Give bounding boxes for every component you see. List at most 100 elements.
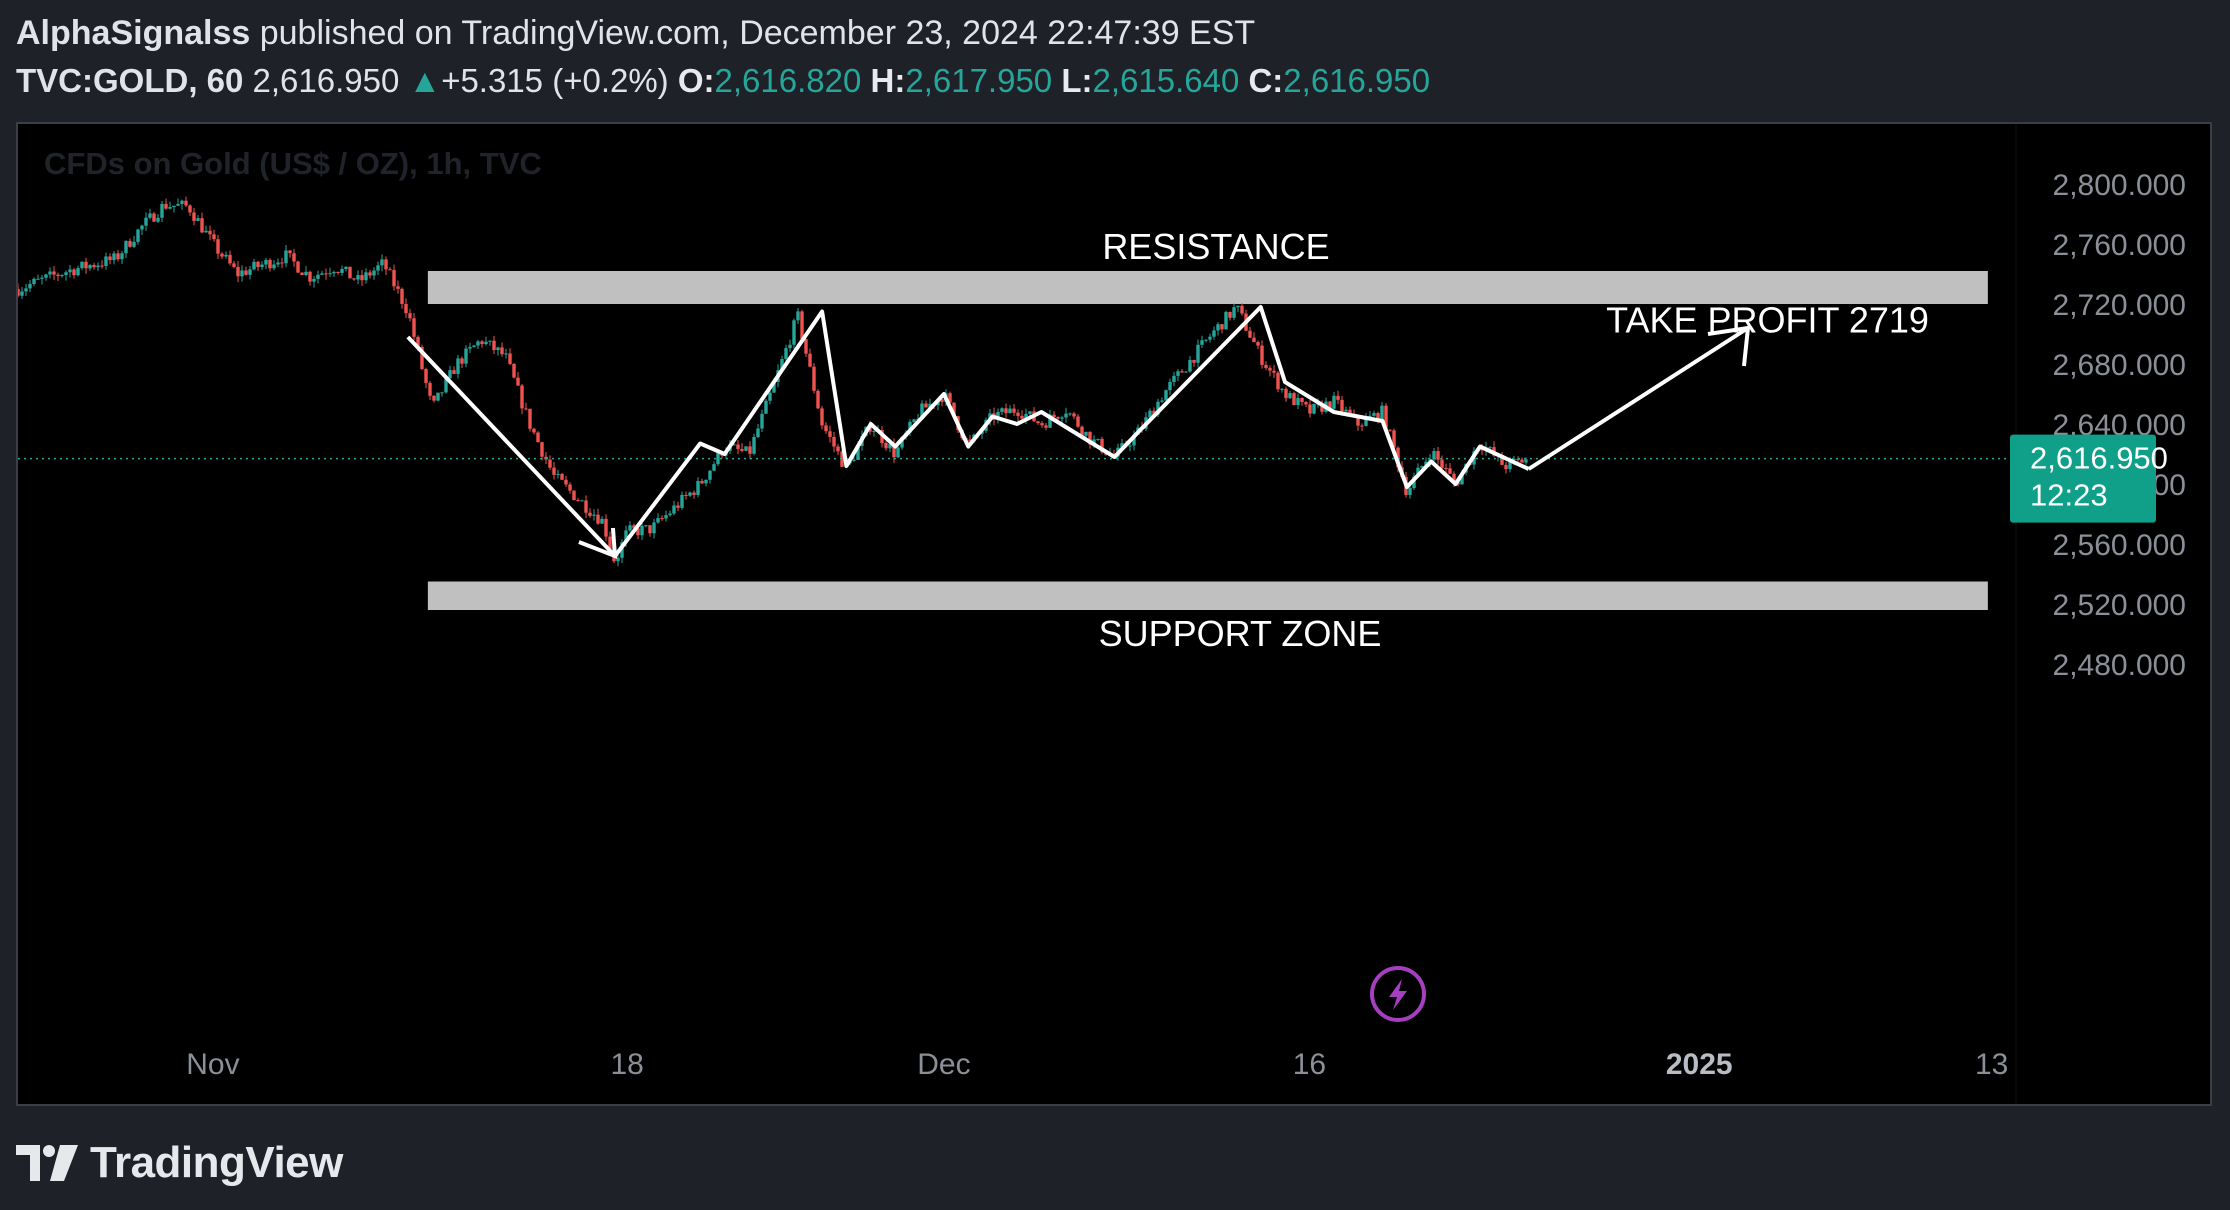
candle-body [800, 311, 804, 340]
candle-body [392, 269, 396, 287]
close-value: 2,616.950 [1283, 62, 1431, 99]
candle-body [340, 268, 344, 273]
candle-body [1180, 371, 1184, 373]
candle-body [912, 419, 916, 422]
candle-body [884, 442, 888, 449]
candle-body [240, 270, 244, 277]
candle-body [1308, 404, 1312, 414]
candle-body [56, 274, 60, 276]
candle-body [344, 266, 348, 269]
candle-body [764, 400, 768, 414]
x-tick-label: Dec [917, 1048, 970, 1081]
candle-body [1372, 413, 1376, 416]
candle-body [452, 370, 456, 374]
candle-body [756, 428, 760, 438]
candle-body [292, 253, 296, 262]
candle-body [304, 271, 308, 276]
candle-body [108, 256, 112, 261]
close-label: C: [1248, 62, 1284, 99]
candle-body [824, 425, 828, 432]
chart-panel[interactable]: CFDs on Gold (US$ / OZ), 1h, TVC RESISTA… [16, 122, 2212, 1106]
candle-body [536, 432, 540, 443]
candle-body [232, 263, 236, 267]
candle-body [1008, 408, 1012, 414]
candle-body [652, 522, 656, 534]
candle-body [484, 341, 488, 345]
candle-body [628, 525, 632, 531]
candle-body [1256, 342, 1260, 346]
current-price-value: 2,616.950 [2030, 441, 2168, 476]
candle-body [264, 259, 268, 265]
candle-body [60, 275, 64, 277]
candle-body [1444, 468, 1448, 470]
author-name[interactable]: AlphaSignalss [16, 14, 250, 52]
candle-body [244, 270, 248, 275]
candle-body [520, 385, 524, 409]
candle-body [248, 269, 252, 275]
candle-body [120, 253, 124, 260]
price-chart[interactable]: CFDs on Gold (US$ / OZ), 1h, TVC RESISTA… [18, 124, 2210, 1104]
candle-body [784, 348, 788, 360]
candle-body [20, 291, 24, 296]
candle-body [1012, 408, 1016, 413]
candle-body [184, 200, 188, 206]
candle-body [588, 512, 592, 516]
candle-body [644, 525, 648, 527]
candle-body [528, 408, 532, 429]
candle-body [176, 204, 180, 206]
candle-body [64, 272, 68, 276]
candle-body [68, 269, 72, 273]
candle-body [1204, 339, 1208, 341]
candle-body [852, 459, 856, 461]
candle-body [312, 278, 316, 282]
candle-body [836, 446, 840, 452]
candle-body [1268, 368, 1272, 371]
candle-body [668, 513, 672, 516]
tradingview-logo[interactable]: TradingView [16, 1138, 343, 1188]
candle-body [1388, 429, 1392, 431]
candle-body [140, 225, 144, 230]
symbol-info-bar: TVC:GOLD, 60 2,616.950 ▲+5.315 (+0.2%) O… [16, 62, 1430, 100]
candle-body [236, 266, 240, 277]
y-tick-label: 2,800.000 [2053, 169, 2186, 202]
candle-body [1488, 447, 1492, 449]
candle-body [384, 259, 388, 270]
candle-body [816, 390, 820, 409]
symbol-name[interactable]: TVC:GOLD, 60 [16, 62, 243, 99]
candle-body [832, 436, 836, 447]
candle-body [436, 392, 440, 401]
candle-body [1068, 413, 1072, 415]
support-zone[interactable] [427, 581, 1988, 611]
candle-body [580, 500, 584, 502]
candle-body [200, 218, 204, 233]
candle-body [1212, 330, 1216, 337]
candle-body [692, 492, 696, 495]
candle-body [1236, 305, 1240, 308]
candle-body [1340, 399, 1344, 412]
candle-body [428, 382, 432, 396]
candle-body [320, 273, 324, 275]
candle-body [1176, 371, 1180, 376]
candle-body [1072, 413, 1076, 417]
candle-body [76, 268, 80, 276]
candle-body [896, 447, 900, 458]
candle-body [1040, 423, 1044, 426]
candle-body [1016, 412, 1020, 416]
candle-body [212, 234, 216, 240]
x-tick-label: 2025 [1666, 1048, 1733, 1081]
candle-body [348, 266, 352, 279]
candle-body [812, 366, 816, 391]
candle-body [160, 203, 164, 218]
candle-body [1292, 393, 1296, 406]
y-tick-label: 2,520.000 [2053, 589, 2186, 622]
candle-body [1172, 375, 1176, 382]
published-text: published on TradingView.com, December 2… [259, 14, 1256, 52]
candle-body [1044, 425, 1048, 428]
candle-body [584, 500, 588, 513]
candle-body [1332, 395, 1336, 409]
candle-body [648, 525, 652, 534]
candle-body [492, 340, 496, 351]
candle-body [548, 459, 552, 468]
candle-body [144, 217, 148, 226]
candle-body [552, 467, 556, 475]
